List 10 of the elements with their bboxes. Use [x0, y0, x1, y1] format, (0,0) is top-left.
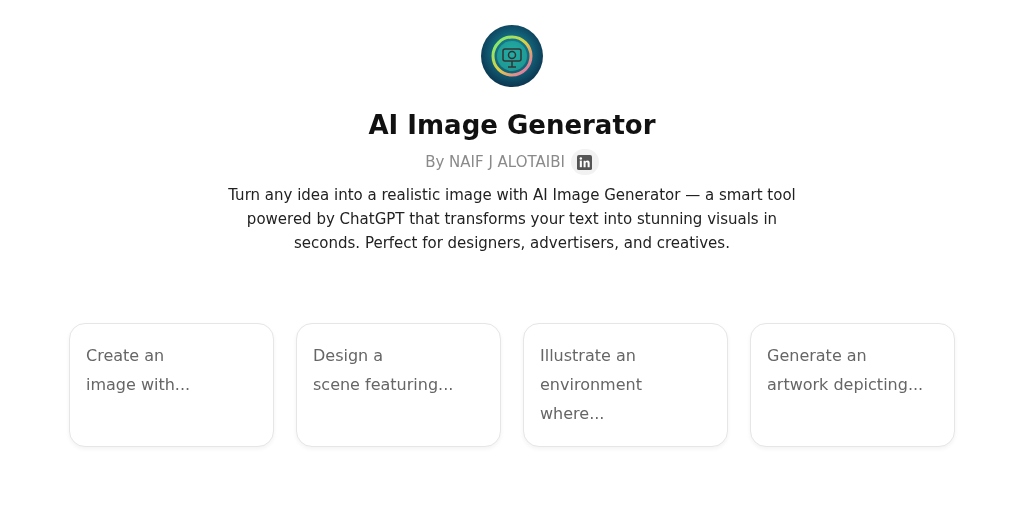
author-name: By NAIF J ALOTAIBI: [425, 153, 565, 172]
logo-camera-icon: [480, 24, 544, 88]
suggestion-card[interactable]: Generate an artwork depicting...: [750, 323, 955, 448]
suggestion-card[interactable]: Design a scene featuring...: [296, 323, 501, 448]
suggestion-card[interactable]: Create an image with...: [69, 323, 274, 448]
linkedin-icon: [577, 154, 593, 170]
app-title: AI Image Generator: [368, 110, 656, 142]
app-description: Turn any idea into a realistic image with AI Image Generator — a smart tool powered by ChatGPT that transforms your text into stunning visuals in seconds. Perfect for designers, advertisers, and creatives.: [227, 185, 797, 255]
suggestion-card[interactable]: Illustrate an environment where...: [523, 323, 728, 448]
linkedin-button[interactable]: [570, 149, 599, 176]
